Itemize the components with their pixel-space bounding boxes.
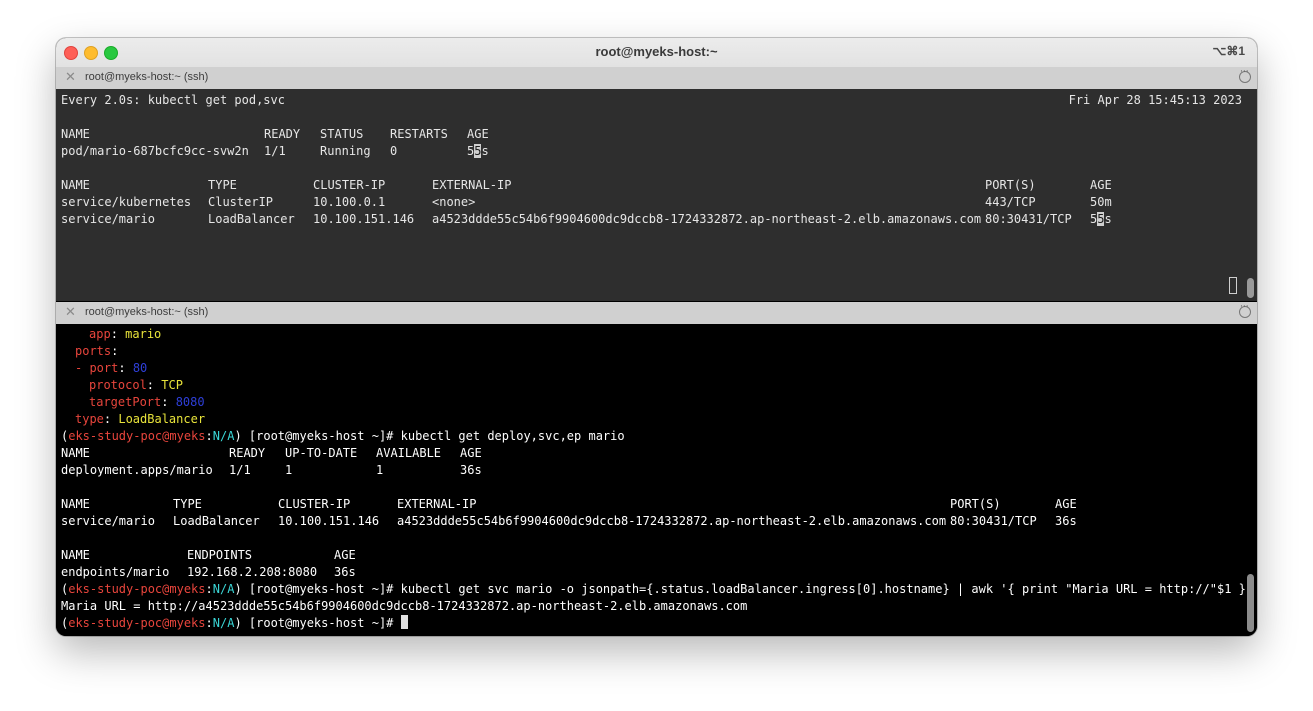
terminal-window: root@myeks-host:~ ⌥⌘1 ✕ root@myeks-host:… [56, 38, 1257, 636]
window-shortcut: ⌥⌘1 [1212, 44, 1245, 58]
top-pane-header[interactable]: ✕ root@myeks-host:~ (ssh) [56, 67, 1257, 90]
pane-menu-icon[interactable] [1239, 302, 1251, 318]
pod-name: pod/mario-687bcfc9cc-svw2n [61, 144, 249, 158]
top-terminal-pane[interactable]: Every 2.0s: kubectl get pod,svc Fri Apr … [56, 89, 1257, 301]
bottom-pane-header[interactable]: ✕ root@myeks-host:~ (ssh) [56, 302, 1257, 325]
col-header-cluster-ip: CLUSTER-IP [313, 178, 386, 192]
svc-external-ip: <none> [432, 195, 476, 209]
col-header-restarts: RESTARTS [390, 127, 448, 141]
svc-age: 50m [1090, 195, 1112, 209]
deploy-name: deployment.apps/mario [61, 463, 213, 477]
svc-ports: 80:30431/TCP [985, 212, 1072, 226]
col-header-name: NAME [61, 178, 90, 192]
pane-title: root@myeks-host:~ (ssh) [85, 71, 209, 83]
close-pane-icon[interactable]: ✕ [65, 70, 76, 85]
svc-external-ip[interactable]: a4523ddde55c54b6f9904600dc9dccb8-1724332… [397, 513, 946, 530]
col-header-ports: PORT(S) [985, 178, 1036, 192]
pod-restarts: 0 [390, 144, 398, 158]
watch-timestamp: Fri Apr 28 15:45:13 2023 [1068, 93, 1242, 107]
text-cursor [400, 615, 408, 629]
deploy-available: 1 [376, 463, 384, 477]
pane-title: root@myeks-host:~ (ssh) [85, 306, 209, 318]
col-header-name: NAME [61, 127, 90, 141]
svc-ports: 443/TCP [985, 195, 1036, 209]
pod-age: 55s [467, 144, 489, 158]
ep-age: 36s [334, 565, 356, 579]
col-header-type: TYPE [173, 497, 202, 511]
col-header-name: NAME [61, 446, 90, 460]
svc-external-ip[interactable]: a4523ddde55c54b6f9904600dc9dccb8-1724332… [432, 211, 981, 228]
pod-ready: 1/1 [264, 144, 286, 158]
col-header-ready: READY [264, 127, 301, 141]
col-header-age: AGE [467, 127, 489, 141]
col-header-ports: PORT(S) [950, 497, 1001, 511]
yaml-type-line: type: LoadBalancer [75, 412, 206, 426]
col-header-type: TYPE [208, 178, 237, 192]
svc-age: 36s [1055, 514, 1077, 528]
col-header-external-ip: EXTERNAL-IP [397, 497, 477, 511]
deploy-ready: 1/1 [229, 463, 251, 477]
prompt-line: (eks-study-poc@myeks:N/A) [root@myeks-ho… [61, 582, 1254, 596]
svc-type: ClusterIP [208, 195, 274, 209]
active-prompt-line[interactable]: (eks-study-poc@myeks:N/A) [root@myeks-ho… [61, 615, 408, 632]
yaml-targetport-line: targetPort: 8080 [89, 395, 205, 409]
yaml-app-line: app: mario [89, 327, 162, 341]
svc-cluster-ip: 10.100.151.146 [313, 212, 415, 226]
col-header-age: AGE [1055, 497, 1077, 511]
scrollbar-thumb[interactable] [1247, 278, 1254, 298]
window-title: root@myeks-host:~ [595, 44, 718, 59]
command-output[interactable]: Maria URL = http://a4523ddde55c54b6f9904… [61, 598, 747, 615]
watch-header: Every 2.0s: kubectl get pod,svc [61, 93, 285, 107]
title-bar: root@myeks-host:~ ⌥⌘1 [56, 38, 1257, 68]
svc-name: service/mario [61, 514, 155, 528]
svc-type: LoadBalancer [208, 212, 295, 226]
close-pane-icon[interactable]: ✕ [65, 305, 76, 320]
deploy-age: 36s [460, 463, 482, 477]
ep-endpoints: 192.168.2.208:8080 [187, 565, 318, 579]
svc-name: service/mario [61, 212, 155, 226]
pane-menu-icon[interactable] [1239, 67, 1251, 83]
col-header-cluster-ip: CLUSTER-IP [278, 497, 351, 511]
col-header-external-ip: EXTERNAL-IP [432, 178, 512, 192]
col-header-ready: READY [229, 446, 266, 460]
col-header-status: STATUS [320, 127, 364, 141]
cursor-box [1229, 277, 1237, 294]
prompt-line: (eks-study-poc@myeks:N/A) [root@myeks-ho… [61, 429, 625, 443]
col-header-age: AGE [460, 446, 482, 460]
deploy-up-to-date: 1 [285, 463, 293, 477]
col-header-endpoints: ENDPOINTS [187, 548, 253, 562]
svc-type: LoadBalancer [173, 514, 260, 528]
pod-status: Running [320, 144, 371, 158]
svc-cluster-ip: 10.100.0.1 [313, 195, 386, 209]
yaml-port-line: - port: 80 [75, 361, 148, 375]
col-header-name: NAME [61, 497, 90, 511]
svc-age: 55s [1090, 212, 1112, 226]
col-header-age: AGE [334, 548, 356, 562]
col-header-age: AGE [1090, 178, 1112, 192]
yaml-ports-line: ports: [75, 344, 119, 358]
col-header-available: AVAILABLE [376, 446, 442, 460]
ep-name: endpoints/mario [61, 565, 170, 579]
svc-ports: 80:30431/TCP [950, 514, 1037, 528]
yaml-protocol-line: protocol: TCP [89, 378, 183, 392]
col-header-up-to-date: UP-TO-DATE [285, 446, 358, 460]
svc-name: service/kubernetes [61, 195, 192, 209]
scrollbar-thumb[interactable] [1247, 574, 1254, 632]
col-header-name: NAME [61, 548, 90, 562]
svc-cluster-ip: 10.100.151.146 [278, 514, 380, 528]
command-text: kubectl get svc mario -o jsonpath={.stat… [400, 582, 1254, 596]
bottom-terminal-pane[interactable]: app: mario ports: - port: 80 protocol: T… [56, 324, 1257, 636]
command-text: kubectl get deploy,svc,ep mario [400, 429, 625, 443]
